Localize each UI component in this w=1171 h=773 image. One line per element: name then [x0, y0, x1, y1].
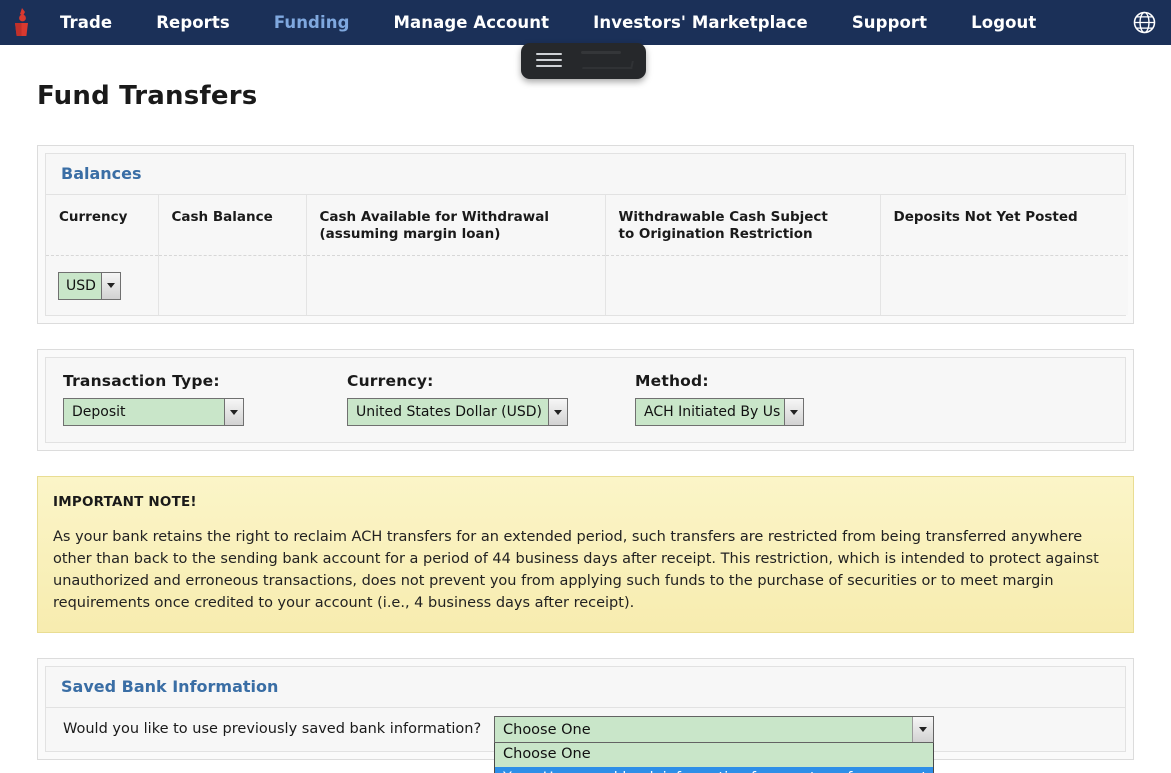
transaction-type-label: Transaction Type:	[63, 372, 220, 391]
important-note-title: IMPORTANT NOTE!	[53, 494, 197, 511]
saved-bank-select-value: Choose One	[495, 717, 912, 743]
saved-bank-information-header: Saved Bank Information	[46, 667, 1125, 709]
transfer-options-panel: Transaction Type: Deposit Currency: Unit…	[37, 349, 1134, 452]
overlay-ghost-line	[581, 51, 621, 54]
saved-bank-option-yes[interactable]: Yes – Use saved bank information for new…	[495, 767, 933, 773]
chevron-down-icon[interactable]	[101, 272, 120, 299]
important-note-body: As your bank retains the right to reclai…	[53, 529, 1099, 612]
nav-item-logout[interactable]: Logout	[949, 0, 1058, 45]
column-header-line1: Cash Available for Withdrawal	[319, 209, 549, 225]
table-row: USD	[46, 255, 1128, 316]
nav-links: Trade Reports Funding Manage Account Inv…	[38, 0, 1127, 45]
chevron-down-icon[interactable]	[548, 399, 567, 426]
method-select[interactable]: ACH Initiated By Us	[635, 398, 804, 427]
page-body: Fund Transfers Balances Currency Cash Ba…	[0, 45, 1171, 773]
overlay-ghost-shape	[582, 61, 634, 69]
cell-deposits-not-posted	[880, 255, 1128, 316]
brand-logo-icon[interactable]	[4, 0, 38, 45]
important-note-box: IMPORTANT NOTE! As your bank retains the…	[37, 476, 1134, 634]
column-header-line1: Currency	[59, 209, 128, 225]
saved-bank-option-choose-one[interactable]: Choose One	[495, 743, 933, 767]
currency-field: Currency: United States Dollar (USD)	[244, 372, 568, 427]
saved-bank-information-inner: Saved Bank Information Would you like to…	[45, 666, 1126, 773]
saved-bank-information-row: Would you like to use previously saved b…	[46, 708, 1125, 773]
currency-select[interactable]: USD	[58, 271, 121, 300]
balances-table: Currency Cash Balance Cash Available for…	[46, 195, 1128, 316]
balances-panel: Balances Currency Cash Balance Cash Avai…	[37, 145, 1134, 325]
method-field: Method: ACH Initiated By Us	[568, 372, 804, 427]
nav-item-support[interactable]: Support	[830, 0, 949, 45]
column-header-withdrawable-restricted: Withdrawable Cash Subject to Origination…	[605, 195, 881, 256]
column-header-deposits-not-posted: Deposits Not Yet Posted	[880, 195, 1128, 256]
nav-item-investors-marketplace[interactable]: Investors' Marketplace	[571, 0, 830, 45]
column-header-cash-balance: Cash Balance	[158, 195, 307, 256]
globe-icon[interactable]	[1127, 6, 1161, 40]
currency-label: Currency:	[347, 372, 434, 391]
balances-header: Balances	[46, 154, 1125, 195]
column-header-currency: Currency	[46, 195, 159, 256]
saved-bank-information-panel: Saved Bank Information Would you like to…	[37, 658, 1134, 773]
floating-dark-overlay[interactable]	[521, 43, 646, 79]
cell-cash-available	[306, 255, 606, 316]
currency-select-value: USD	[59, 272, 101, 299]
cell-cash-balance	[158, 255, 307, 316]
saved-bank-question-label: Would you like to use previously saved b…	[63, 721, 482, 738]
top-navigation-bar: Trade Reports Funding Manage Account Inv…	[0, 0, 1171, 79]
nav-item-reports[interactable]: Reports	[134, 0, 252, 45]
transaction-type-field: Transaction Type: Deposit	[46, 372, 244, 427]
transfer-options-inner: Transaction Type: Deposit Currency: Unit…	[45, 357, 1126, 444]
table-header-row: Currency Cash Balance Cash Available for…	[46, 195, 1128, 256]
transfer-options-row: Transaction Type: Deposit Currency: Unit…	[46, 358, 1125, 443]
saved-bank-options-list: Choose One Yes – Use saved bank informat…	[494, 743, 934, 773]
balances-panel-inner: Balances Currency Cash Balance Cash Avai…	[45, 153, 1128, 317]
column-header-cash-available: Cash Available for Withdrawal (assuming …	[306, 195, 606, 256]
cell-currency: USD	[46, 255, 159, 316]
transaction-type-select[interactable]: Deposit	[63, 398, 244, 427]
nav-item-trade[interactable]: Trade	[38, 0, 134, 45]
column-header-line1: Cash Balance	[171, 209, 273, 225]
currency-select-main[interactable]: United States Dollar (USD)	[347, 398, 568, 427]
cell-withdrawable-restricted	[605, 255, 881, 316]
chevron-down-icon[interactable]	[784, 399, 803, 426]
column-header-line1: Deposits Not Yet Posted	[893, 209, 1078, 225]
method-label: Method:	[635, 372, 709, 391]
transaction-type-value: Deposit	[64, 399, 224, 426]
method-value: ACH Initiated By Us	[636, 399, 784, 426]
hamburger-menu-icon[interactable]	[536, 53, 562, 68]
saved-bank-select[interactable]: Choose One	[494, 716, 934, 744]
chevron-down-icon[interactable]	[224, 399, 243, 426]
nav-item-funding[interactable]: Funding	[252, 0, 372, 45]
currency-value: United States Dollar (USD)	[348, 399, 548, 426]
column-header-line1: Withdrawable Cash Subject	[618, 209, 828, 225]
column-header-line2: to Origination Restriction	[618, 225, 813, 242]
chevron-down-icon[interactable]	[912, 717, 933, 743]
column-header-line2: (assuming margin loan)	[319, 225, 501, 242]
nav-item-manage-account[interactable]: Manage Account	[371, 0, 571, 45]
saved-bank-select-wrapper: Choose One Choose One Yes – Use saved ba…	[494, 716, 934, 773]
